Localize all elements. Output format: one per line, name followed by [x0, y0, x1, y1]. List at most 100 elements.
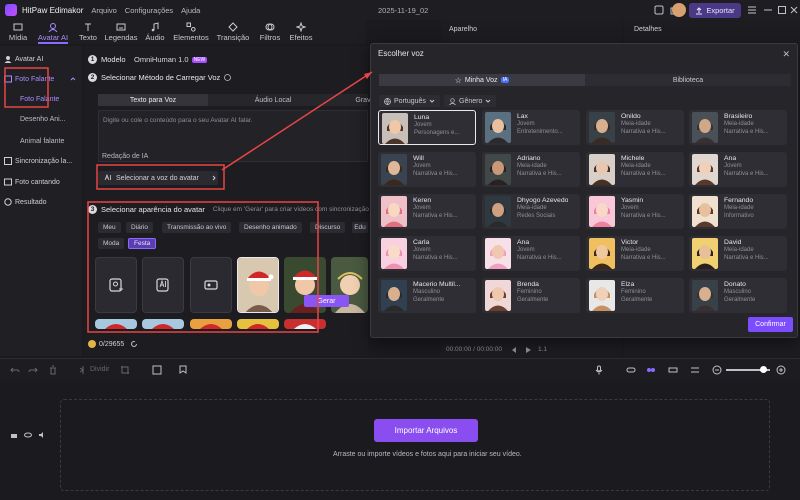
tool-texto[interactable]: Texto: [74, 20, 102, 44]
category-moda[interactable]: Moda: [98, 238, 125, 249]
voice-card[interactable]: Onildo Meia-idade Narrativa e His...: [586, 110, 684, 145]
zoom-out-icon[interactable]: [712, 365, 722, 375]
voice-card[interactable]: Luna Jovem Personagens e...: [378, 110, 476, 145]
avatar-thumb-festa-7[interactable]: [237, 319, 279, 329]
track-audio-icon[interactable]: [38, 431, 46, 439]
ai-writing-button[interactable]: Redação de IA: [102, 153, 148, 160]
prev-frame-icon[interactable]: [510, 346, 518, 354]
sidebar-sub-desenho[interactable]: Desenho Ani...: [20, 116, 66, 123]
split-icon[interactable]: [78, 365, 88, 375]
crop-icon[interactable]: [120, 365, 130, 375]
menu-arquivo[interactable]: Arquivo: [91, 6, 116, 15]
undo-icon[interactable]: [10, 365, 20, 375]
language-dropdown[interactable]: Português: [379, 95, 440, 107]
voice-card[interactable]: Ana Jovem Narrativa e His...: [482, 236, 580, 271]
snap-icon[interactable]: [646, 365, 656, 375]
tool-midia[interactable]: Mídia: [4, 20, 32, 44]
marker-icon[interactable]: [178, 365, 188, 375]
track-lock-icon[interactable]: [10, 431, 18, 439]
ai-generate-tile[interactable]: [142, 257, 184, 313]
zoom-in-icon[interactable]: [776, 365, 786, 375]
maximize-icon[interactable]: [776, 4, 788, 16]
voice-card[interactable]: Dhyogo Azevedo Meia-idade Redes Sociais: [482, 194, 580, 229]
user-avatar[interactable]: [672, 3, 686, 17]
voice-card[interactable]: Will Jovem Narrativa e His...: [378, 152, 476, 187]
upload-photo-tile[interactable]: [95, 257, 137, 313]
model-selector[interactable]: OmniHuman 1.0 NEW: [134, 55, 208, 64]
microphone-icon[interactable]: [594, 365, 604, 375]
avatar-thumb-festa-4[interactable]: [95, 319, 137, 329]
confirm-button[interactable]: Confirmar: [748, 317, 793, 332]
voice-card[interactable]: Fernando Meia-idade Informativo: [689, 194, 787, 229]
media-drop-zone[interactable]: [60, 399, 770, 491]
magnet-icon[interactable]: [668, 365, 678, 375]
voice-card[interactable]: Yasmin Jovem Narrativa e His...: [586, 194, 684, 229]
tool-elementos[interactable]: Elementos: [171, 20, 211, 44]
sidebar-sub-foto-falante[interactable]: Foto Falante: [20, 96, 59, 103]
zoom-slider-handle[interactable]: [760, 366, 767, 373]
voice-card[interactable]: Michele Meia-idade Narrativa e His...: [586, 152, 684, 187]
voice-card[interactable]: Brasileiro Meia-idade Narrativa e His...: [689, 110, 787, 145]
refresh-icon[interactable]: [130, 340, 138, 348]
menu-ajuda[interactable]: Ajuda: [181, 6, 200, 15]
track-visibility-icon[interactable]: [24, 431, 32, 439]
avatar-thumb-festa-8[interactable]: [284, 319, 326, 329]
close-icon[interactable]: ✕: [782, 49, 790, 60]
category-desenho[interactable]: Desenho animado: [239, 222, 302, 233]
track-view-icon[interactable]: [690, 365, 700, 375]
avatar-thumb-festa-1[interactable]: [237, 257, 279, 313]
sidebar-item-foto-cantando[interactable]: Foto cantando: [4, 175, 80, 189]
minimize-icon[interactable]: [762, 4, 774, 16]
sidebar-item-avatar-ai[interactable]: Avatar AI: [4, 52, 80, 66]
select-tool-icon[interactable]: [152, 365, 162, 375]
tool-transicao[interactable]: Transição: [213, 20, 253, 44]
tool-avatar-ai[interactable]: Avatar AI: [34, 20, 72, 44]
voice-card[interactable]: David Meia-idade Narrativa e His...: [689, 236, 787, 271]
tab-library[interactable]: Biblioteca: [585, 74, 791, 86]
voice-card[interactable]: Lax Jovem Entretenimento...: [482, 110, 580, 145]
sidebar-item-resultado[interactable]: Resultado: [4, 195, 80, 209]
voice-card[interactable]: Elza Feminino Geralmente: [586, 278, 684, 313]
category-meu[interactable]: Meu: [98, 222, 121, 233]
tab-audio-local[interactable]: Áudio Local: [218, 94, 328, 106]
tab-texto-para-voz[interactable]: Texto para Voz: [98, 94, 208, 106]
category-transmissao[interactable]: Transmissão ao vivo: [162, 222, 232, 233]
info-icon[interactable]: [224, 74, 232, 81]
import-files-button[interactable]: Importar Arquivos: [374, 419, 478, 442]
voice-card[interactable]: Macerio Multil... Masculino Geralmente: [378, 278, 476, 313]
voice-card[interactable]: Carla Jovem Narrativa e His...: [378, 236, 476, 271]
close-window-icon[interactable]: [788, 4, 800, 16]
details-tab[interactable]: Detalhes: [634, 26, 662, 33]
redo-icon[interactable]: [28, 365, 38, 375]
tab-my-voice[interactable]: ☆ Minha Voz IA: [379, 74, 585, 86]
voice-card[interactable]: Brenda Feminino Geralmente: [482, 278, 580, 313]
split-label[interactable]: Dividir: [90, 366, 109, 373]
category-edu[interactable]: Edu: [352, 222, 368, 233]
tool-efeitos[interactable]: Efeitos: [286, 20, 316, 44]
avatar-thumb-festa-6[interactable]: [190, 319, 232, 329]
video-avatar-tile[interactable]: [190, 257, 232, 313]
select-voice-button[interactable]: Selecionar a voz do avatar: [98, 171, 218, 185]
delete-icon[interactable]: [48, 365, 58, 375]
menu-configuracoes[interactable]: Configurações: [125, 6, 173, 15]
avatar-thumb-festa-5[interactable]: [142, 319, 184, 329]
voice-card[interactable]: Donato Masculino Geralmente: [689, 278, 787, 313]
generate-button[interactable]: Gerar: [304, 295, 349, 307]
tool-audio[interactable]: Áudio: [141, 20, 169, 44]
tool-filtros[interactable]: Filtros: [255, 20, 285, 44]
play-icon[interactable]: [524, 346, 532, 354]
preview-tab[interactable]: Aparelho: [449, 26, 477, 33]
voice-card[interactable]: Adriano Meia-idade Narrativa e His...: [482, 152, 580, 187]
category-festa[interactable]: Festa: [128, 238, 157, 249]
category-diario[interactable]: Diário: [126, 222, 153, 233]
category-discurso[interactable]: Discurso: [310, 222, 346, 233]
feedback-icon[interactable]: [653, 4, 665, 16]
voice-card[interactable]: Victor Meia-idade Narrativa e His...: [586, 236, 684, 271]
playback-speed[interactable]: 1.1: [538, 346, 547, 354]
sidebar-item-foto-falante[interactable]: Foto Falante: [4, 72, 80, 86]
voice-card[interactable]: Keren Jovem Narrativa e His...: [378, 194, 476, 229]
gender-dropdown[interactable]: Gênero: [444, 95, 497, 107]
export-button[interactable]: Exportar: [689, 3, 741, 18]
menu-icon[interactable]: [746, 4, 758, 16]
sidebar-item-sincronizacao[interactable]: Sincronização la...: [4, 154, 80, 168]
